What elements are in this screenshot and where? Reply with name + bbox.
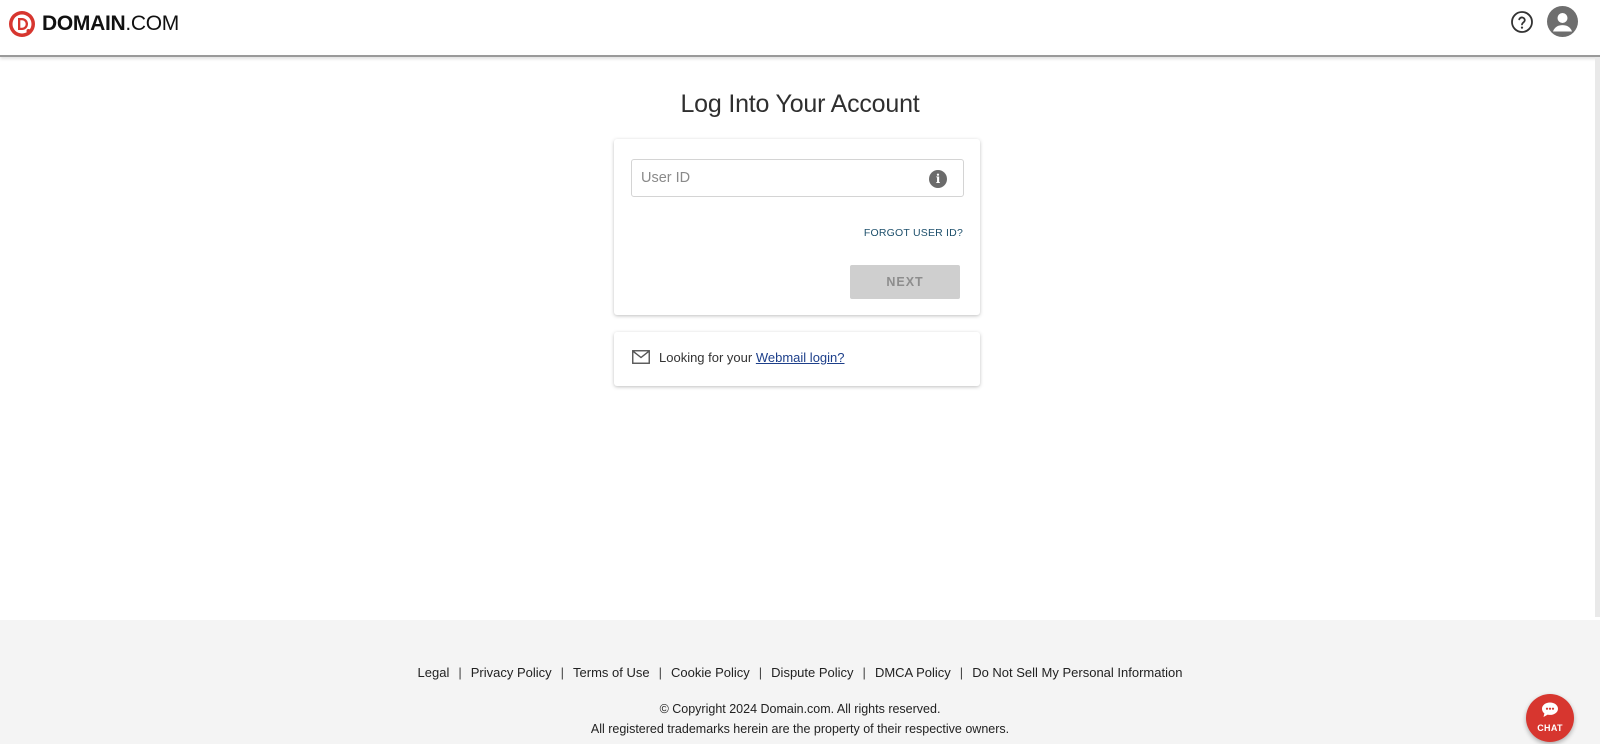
chat-label: CHAT [1537,723,1563,733]
webmail-login-link[interactable]: Webmail login? [756,350,845,365]
footer-link-cookie-policy[interactable]: Cookie Policy [671,665,750,680]
account-person-glyph [1553,13,1572,32]
footer-link-legal[interactable]: Legal [418,665,450,680]
footer: Legal | Privacy Policy | Terms of Use | Cookie… [0,620,1600,744]
logo-mark-icon [9,11,35,37]
footer-links: Legal | Privacy Policy | Terms of Use | Cookie… [0,665,1600,680]
copyright-text: © Copyright 2024 Domain.com. All rights … [659,702,941,716]
help-circle-icon[interactable] [1510,10,1534,34]
chat-bubble-icon [1542,702,1558,717]
trademarks-text: All registered trademarks herein are the… [590,722,1010,736]
footer-link-privacy-policy[interactable]: Privacy Policy [471,665,552,680]
logo-text-bold: DOMAIN [42,12,126,35]
logo-text: DOMAIN.COM [42,10,179,38]
info-icon[interactable]: i [929,170,947,188]
footer-separator: | [758,665,763,680]
top-header: DOMAIN.COM [0,0,1600,57]
domain-logo[interactable]: DOMAIN.COM [8,10,179,38]
footer-link-terms-of-use[interactable]: Terms of Use [573,665,650,680]
logo-text-suffix: .COM [125,12,179,35]
chat-button[interactable]: CHAT [1526,694,1574,742]
account-circle-icon[interactable] [1547,6,1578,37]
mail-icon [632,350,650,364]
footer-separator: | [658,665,663,680]
user-id-input[interactable] [632,160,922,196]
footer-link-do-not-sell[interactable]: Do Not Sell My Personal Information [972,665,1182,680]
forgot-user-id-link[interactable]: FORGOT USER ID? [864,227,963,239]
webmail-card: Looking for your Webmail login? [614,332,980,386]
scrollbar-track[interactable] [1595,57,1600,617]
footer-separator: | [959,665,964,680]
footer-separator: | [560,665,565,680]
webmail-prefix: Looking for your [659,350,753,365]
login-card: i FORGOT USER ID? NEXT [614,139,980,315]
page: DOMAIN.COM Log Into Your Account i FORGO… [0,0,1600,744]
footer-link-dispute-policy[interactable]: Dispute Policy [771,665,853,680]
page-title: Log Into Your Account [680,90,920,118]
footer-link-dmca-policy[interactable]: DMCA Policy [875,665,951,680]
user-id-field[interactable]: i [631,159,964,197]
webmail-prompt: Looking for your Webmail login? [659,350,845,366]
footer-separator: | [862,665,866,680]
footer-separator: | [458,665,462,680]
next-button[interactable]: NEXT [850,265,960,299]
